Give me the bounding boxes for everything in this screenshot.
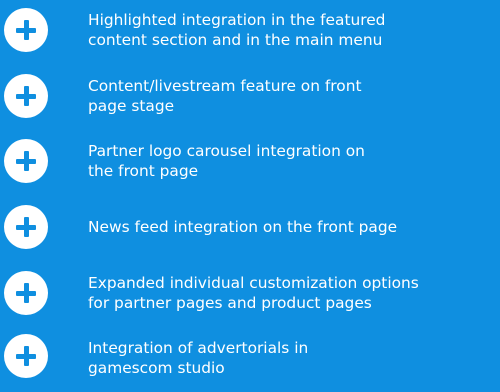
- plus-circle-icon: [4, 271, 48, 315]
- item-label: Highlighted integration in the featured …: [88, 10, 498, 50]
- item-label-line: page stage: [88, 97, 175, 115]
- plus-circle-icon: [4, 334, 48, 378]
- item-label-line: content section and in the main menu: [88, 31, 383, 49]
- item-label: Content/livestream feature on front page…: [88, 76, 498, 116]
- list-item: News feed integration on the front page: [0, 197, 500, 257]
- feature-list: Highlighted integration in the featured …: [0, 0, 500, 392]
- item-label-line: Highlighted integration in the featured: [88, 11, 386, 29]
- plus-circle-icon: [4, 8, 48, 52]
- item-label-line: Content/livestream feature on front: [88, 77, 362, 95]
- plus-circle-icon: [4, 74, 48, 118]
- item-label-line: Expanded individual customization option…: [88, 274, 419, 292]
- item-label-line: for partner pages and product pages: [88, 294, 372, 312]
- item-label-line: Partner logo carousel integration on: [88, 142, 365, 160]
- item-label: News feed integration on the front page: [88, 217, 498, 237]
- item-label: Expanded individual customization option…: [88, 273, 498, 313]
- list-item: Integration of advertorials in gamescom …: [0, 326, 500, 386]
- list-item: Expanded individual customization option…: [0, 263, 500, 323]
- item-label-line: gamescom studio: [88, 359, 225, 377]
- item-label: Integration of advertorials in gamescom …: [88, 338, 498, 378]
- list-item: Partner logo carousel integration on the…: [0, 131, 500, 191]
- list-item: Highlighted integration in the featured …: [0, 0, 500, 60]
- list-item: Content/livestream feature on front page…: [0, 66, 500, 126]
- item-label: Partner logo carousel integration on the…: [88, 141, 498, 181]
- item-label-line: the front page: [88, 162, 199, 180]
- item-label-line: News feed integration on the front page: [88, 218, 398, 236]
- item-label-line: Integration of advertorials in: [88, 339, 309, 357]
- plus-circle-icon: [4, 139, 48, 183]
- plus-circle-icon: [4, 205, 48, 249]
